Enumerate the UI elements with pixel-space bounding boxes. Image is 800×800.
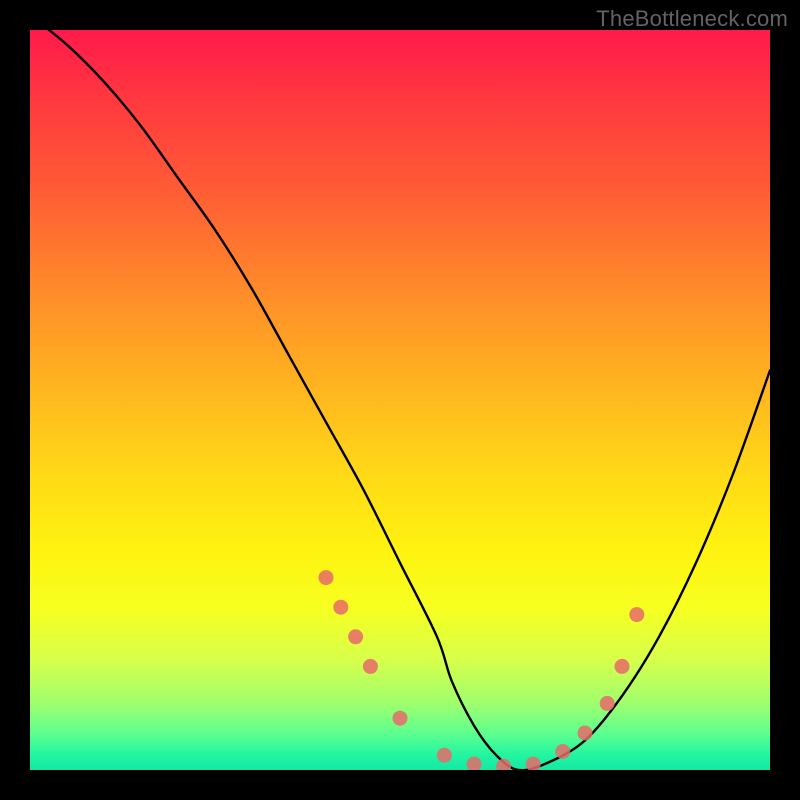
watermark-text: TheBottleneck.com xyxy=(596,6,788,32)
marker-dot xyxy=(363,659,378,674)
bottleneck-curve xyxy=(30,30,770,770)
chart-svg xyxy=(30,30,770,770)
chart-plot-area xyxy=(30,30,770,770)
marker-dot xyxy=(348,629,363,644)
marker-dot xyxy=(496,759,511,770)
highlight-markers xyxy=(319,570,645,770)
marker-dot xyxy=(629,607,644,622)
marker-dot xyxy=(333,600,348,615)
marker-dot xyxy=(600,696,615,711)
marker-dot xyxy=(467,757,482,770)
marker-dot xyxy=(615,659,630,674)
marker-dot xyxy=(393,711,408,726)
chart-frame xyxy=(30,30,770,770)
marker-dot xyxy=(578,726,593,741)
marker-dot xyxy=(437,748,452,763)
marker-dot xyxy=(526,757,541,770)
marker-dot xyxy=(319,570,334,585)
marker-dot xyxy=(555,744,570,759)
